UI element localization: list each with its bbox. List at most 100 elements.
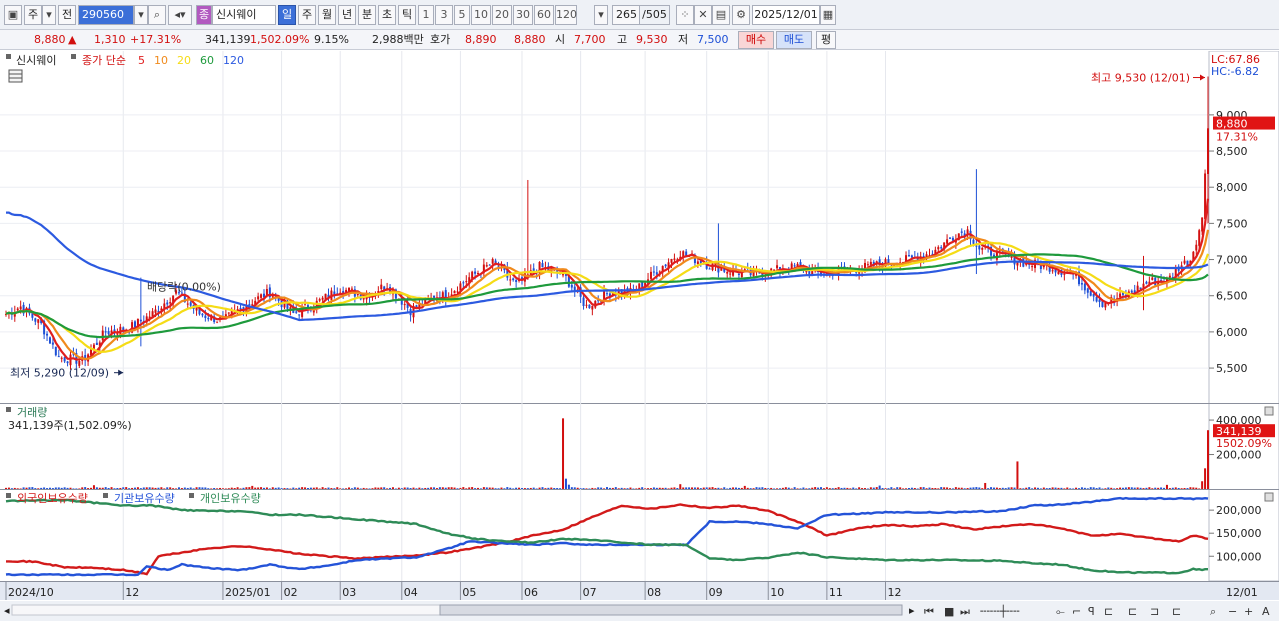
interval-button-30[interactable]: 30 xyxy=(513,5,533,25)
eval-button[interactable]: 평 xyxy=(816,31,836,49)
calendar-icon[interactable]: ▦ xyxy=(820,5,836,25)
market-dropdown-icon[interactable]: ▾ xyxy=(42,5,56,25)
grid-icon[interactable]: ⁘ xyxy=(676,5,694,25)
chart-area[interactable]: 2024/10 12 2025/01 02 03 04 05 06 07 08 09 10 11 12 12… xyxy=(0,51,1279,621)
ma-legend-60: 60 xyxy=(200,54,214,67)
candle-body xyxy=(34,318,37,322)
price-tick-label: 7,000 xyxy=(1216,254,1248,267)
ma-legend-20: 20 xyxy=(177,54,191,67)
stock-code-input[interactable]: 290560 xyxy=(78,5,134,25)
volume-bar xyxy=(1127,487,1130,489)
volume-bar xyxy=(861,488,864,489)
volume-bar xyxy=(10,488,13,489)
sell-button[interactable]: 매도 xyxy=(776,31,812,49)
bar-count-input[interactable]: 265 xyxy=(612,5,640,25)
volume-bar xyxy=(383,487,386,489)
candle-body xyxy=(403,304,406,306)
volume-bar xyxy=(494,488,497,489)
tab-period-4[interactable]: 분 xyxy=(358,5,376,25)
volume-bar xyxy=(1039,488,1042,489)
candle-body xyxy=(488,264,491,266)
volume-bar xyxy=(362,487,365,489)
volume-bar xyxy=(427,487,430,489)
candle-body xyxy=(949,237,952,239)
volume-bar xyxy=(236,487,239,489)
interval-button-120[interactable]: 120 xyxy=(555,5,577,25)
volume-bar xyxy=(145,487,148,489)
current-price: 8,880 xyxy=(34,33,66,46)
volume-bar xyxy=(1069,488,1072,489)
volume-bar xyxy=(954,487,957,489)
volume-bar xyxy=(177,487,180,489)
volume-bar xyxy=(78,488,81,489)
tab-period-0[interactable]: 일 xyxy=(278,5,296,25)
date-input[interactable]: 2025/12/01 xyxy=(752,5,820,25)
candle-body xyxy=(720,268,723,271)
volume-bar xyxy=(723,487,726,489)
volume-bar xyxy=(125,487,128,489)
tab-period-5[interactable]: 초 xyxy=(378,5,396,25)
interval-button-10[interactable]: 10 xyxy=(471,5,491,25)
tab-period-1[interactable]: 주 xyxy=(298,5,316,25)
volume-bar xyxy=(1133,487,1136,489)
volume-bar xyxy=(526,488,529,489)
volume-bar xyxy=(213,488,216,489)
high-price-marker: 최고 9,530 (12/01) xyxy=(1091,72,1190,85)
volume-bar xyxy=(696,487,699,489)
interval-button-20[interactable]: 20 xyxy=(492,5,512,25)
volume-bar xyxy=(515,487,518,489)
market-select[interactable]: 주 xyxy=(24,5,42,25)
tab-period-6[interactable]: 틱 xyxy=(398,5,416,25)
interval-button-1[interactable]: 1 xyxy=(418,5,434,25)
interval-button-3[interactable]: 3 xyxy=(435,5,453,25)
volume-bar xyxy=(380,487,383,489)
tab-period-3[interactable]: 년 xyxy=(338,5,356,25)
interval-button-60[interactable]: 60 xyxy=(534,5,554,25)
volume-bar xyxy=(940,487,943,489)
candle-body xyxy=(907,255,910,257)
volume-bar xyxy=(154,487,157,489)
tab-period-2[interactable]: 월 xyxy=(318,5,336,25)
volume-bar xyxy=(227,488,230,489)
interval-dropdown-icon[interactable]: ▾ xyxy=(594,5,608,25)
prev-button[interactable]: 전 xyxy=(58,5,76,25)
trade-volume: 341,139 xyxy=(205,33,251,46)
code-dropdown-icon[interactable]: ▾ xyxy=(134,5,148,25)
volume-bar xyxy=(321,487,324,489)
volume-bar xyxy=(260,487,263,489)
volume-bar xyxy=(896,487,899,489)
zoom-icon: ⌕ xyxy=(1210,605,1216,618)
interval-button-5[interactable]: 5 xyxy=(454,5,470,25)
volume-bar xyxy=(749,488,752,489)
search-icon[interactable]: ⌕ xyxy=(148,5,166,25)
settings-icon[interactable]: ⚙ xyxy=(732,5,750,25)
low-price-marker: 최저 5,290 (12/09) xyxy=(10,367,109,380)
stock-name-field[interactable]: 신시웨이 xyxy=(212,5,276,25)
volume-bar xyxy=(1057,487,1060,489)
save-icon[interactable]: ▤ xyxy=(712,5,730,25)
volume-bar xyxy=(374,487,377,489)
candle-body xyxy=(295,311,298,313)
volume-bar xyxy=(57,487,60,489)
volume-bar xyxy=(1072,488,1075,489)
volume-bar xyxy=(573,487,576,489)
volume-bar xyxy=(37,488,40,489)
volume-bar xyxy=(1110,487,1113,489)
volume-bar xyxy=(708,487,711,489)
volume-bar xyxy=(734,487,737,489)
buy-button[interactable]: 매수 xyxy=(738,31,774,49)
volume-bar xyxy=(1136,487,1139,489)
candle-body xyxy=(260,294,263,298)
crosshair-icon[interactable]: ✕ xyxy=(694,5,712,25)
window-icon[interactable]: ▣ xyxy=(4,5,22,25)
volume-bar xyxy=(585,488,588,489)
volume-bar xyxy=(34,488,37,489)
volume-bar xyxy=(547,487,550,489)
candle-body xyxy=(1080,283,1083,285)
volume-bar xyxy=(465,488,468,489)
volume-bar xyxy=(995,487,998,489)
volume-bar xyxy=(934,488,937,489)
price-tick-label: 6,000 xyxy=(1216,326,1248,339)
speaker-icon[interactable]: ◂▾ xyxy=(168,5,192,25)
volume-bar xyxy=(937,488,940,489)
